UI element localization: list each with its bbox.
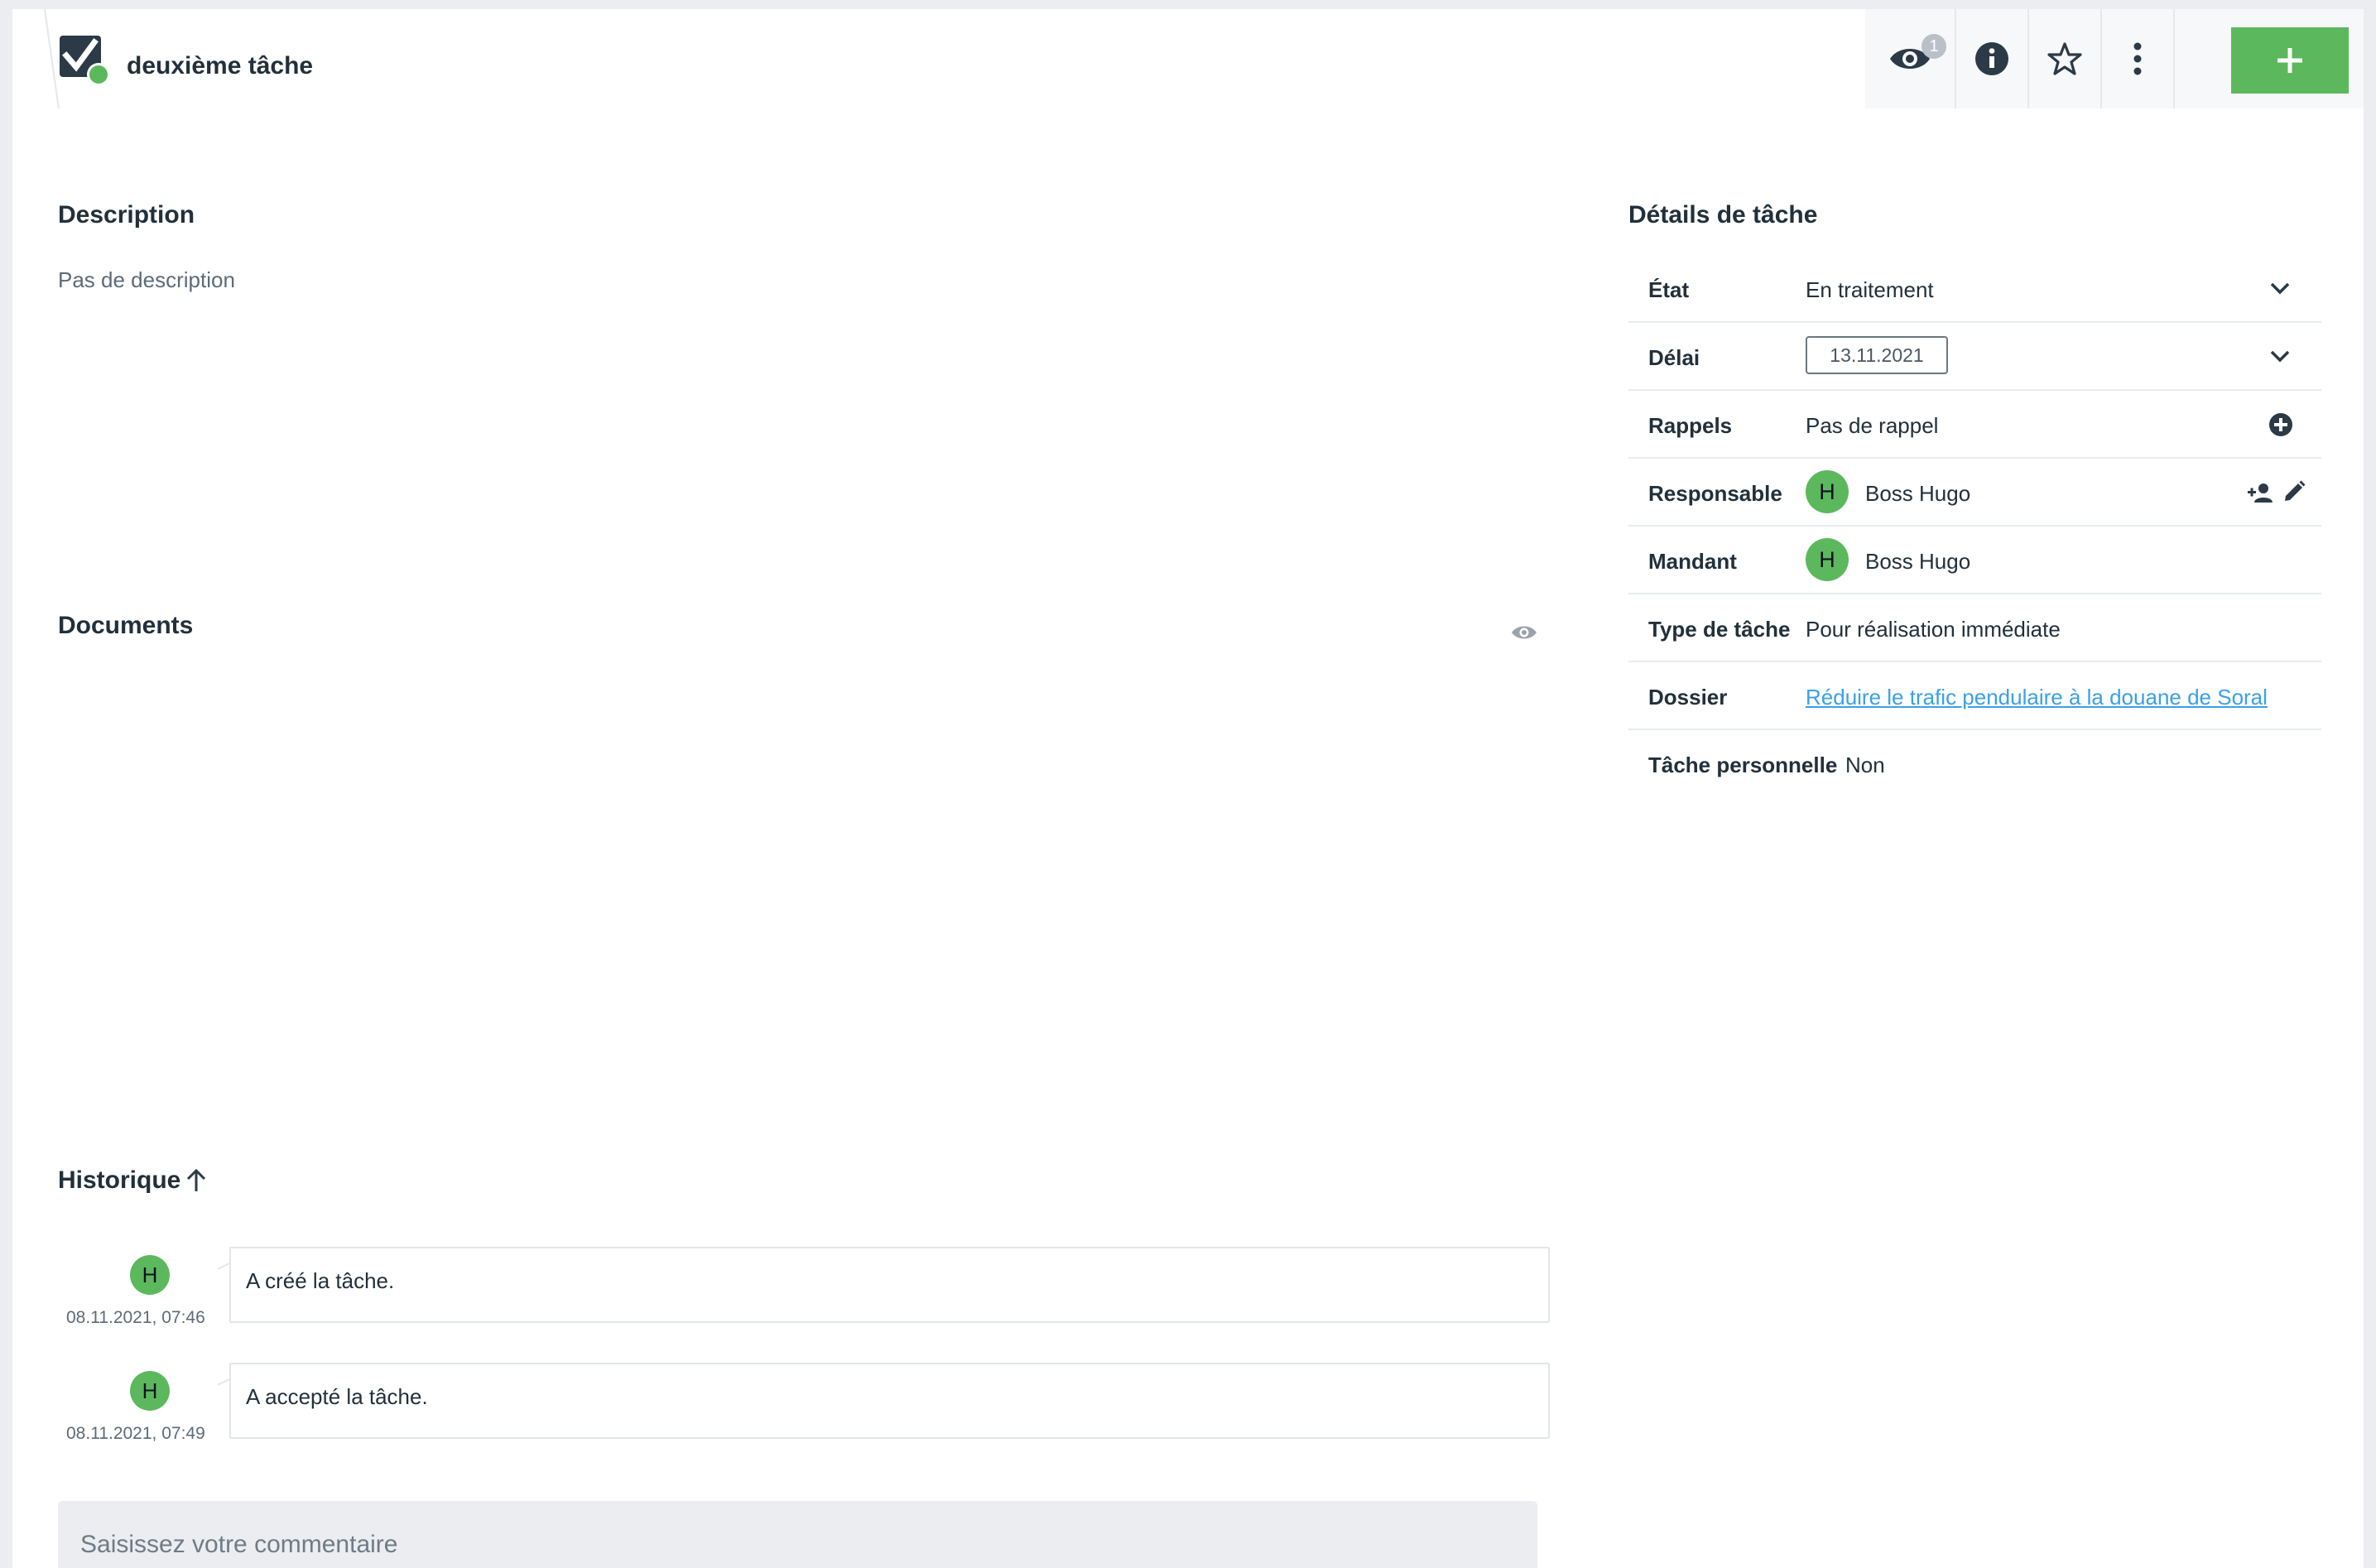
add-circle-icon[interactable] <box>2268 412 2293 437</box>
watch-button[interactable]: 1 <box>1865 9 1956 108</box>
detail-row-etat[interactable]: État En traitement <box>1628 255 2321 323</box>
detail-row-dossier: Dossier Réduire le trafic pendulaire à l… <box>1628 662 2321 730</box>
dossier-link[interactable]: Réduire le trafic pendulaire à la douane… <box>1806 685 2268 710</box>
chevron-down-icon[interactable] <box>2268 277 2292 300</box>
avatar: H <box>130 1255 170 1295</box>
detail-label: Type de tâche <box>1648 617 1791 642</box>
star-icon <box>2047 42 2082 75</box>
history-text: A accepté la tâche. <box>246 1384 428 1409</box>
detail-label: État <box>1648 277 1690 302</box>
detail-row-rappels: Rappels Pas de rappel <box>1628 391 2321 459</box>
history-date: 08.11.2021, 07:46 <box>66 1308 205 1327</box>
task-type-value: Pour réalisation immédiate <box>1806 617 2061 642</box>
detail-label: Tâche personnelle <box>1648 753 1838 777</box>
more-options-button[interactable] <box>2102 9 2175 108</box>
task-check-icon <box>60 36 110 86</box>
add-person-icon[interactable] <box>2246 482 2274 503</box>
personal-task-value: Non <box>1845 753 1885 777</box>
detail-label: Rappels <box>1648 413 1733 438</box>
task-page: deuxième tâche 1 Description Pas de desc… <box>12 9 2364 1568</box>
description-text: Pas de description <box>58 267 235 292</box>
avatar: H <box>1806 470 1849 513</box>
history-date: 08.11.2021, 07:49 <box>66 1424 205 1443</box>
task-details: État En traitement Délai 13.11.2021 Rapp… <box>1628 255 2321 798</box>
more-vertical-icon <box>2133 42 2142 75</box>
detail-row-delai[interactable]: Délai 13.11.2021 <box>1628 323 2321 391</box>
documents-title: Documents <box>58 612 194 639</box>
deadline-date-field[interactable]: 13.11.2021 <box>1806 336 1948 374</box>
history-title: Historique <box>58 1166 181 1194</box>
eye-icon[interactable] <box>1511 623 1537 642</box>
pencil-icon[interactable] <box>2282 480 2306 503</box>
chevron-down-icon[interactable] <box>2268 344 2292 368</box>
plus-icon <box>2277 48 2302 73</box>
info-button[interactable] <box>1956 9 2029 108</box>
detail-label: Mandant <box>1648 549 1737 574</box>
detail-label: Responsable <box>1648 481 1782 506</box>
reminders-value: Pas de rappel <box>1806 413 1939 438</box>
history-item: H 08.11.2021, 07:49 A accepté la tâche. <box>58 1363 1550 1454</box>
header-edge <box>12 9 60 108</box>
responsible-name: Boss Hugo <box>1865 481 1971 506</box>
detail-row-mandant: Mandant H Boss Hugo <box>1628 527 2321 594</box>
description-title: Description <box>58 201 195 228</box>
avatar: H <box>130 1371 170 1411</box>
detail-row-responsable: Responsable H Boss Hugo <box>1628 459 2321 527</box>
task-title: deuxième tâche <box>127 52 314 79</box>
arrow-up-icon[interactable] <box>185 1168 208 1193</box>
principal-name: Boss Hugo <box>1865 549 1971 574</box>
history-text: A créé la tâche. <box>246 1268 395 1293</box>
detail-row-type: Type de tâche Pour réalisation immédiate <box>1628 594 2321 662</box>
comment-input[interactable] <box>58 1501 1537 1568</box>
favorite-button[interactable] <box>2029 9 2102 108</box>
detail-row-personnelle: Tâche personnelle Non <box>1628 730 2321 798</box>
detail-label: Délai <box>1648 345 1700 370</box>
history-bubble: A créé la tâche. <box>229 1247 1550 1323</box>
details-title: Détails de tâche <box>1628 201 1818 228</box>
add-button[interactable] <box>2231 27 2349 94</box>
avatar: H <box>1806 538 1849 581</box>
history-item: H 08.11.2021, 07:46 A créé la tâche. <box>58 1247 1550 1338</box>
watch-count-badge: 1 <box>1921 34 1946 59</box>
detail-label: Dossier <box>1648 685 1728 709</box>
history-bubble: A accepté la tâche. <box>229 1363 1550 1439</box>
header: deuxième tâche 1 <box>12 9 2364 108</box>
status-value: En traitement <box>1806 277 1934 302</box>
info-icon <box>1975 42 2008 75</box>
